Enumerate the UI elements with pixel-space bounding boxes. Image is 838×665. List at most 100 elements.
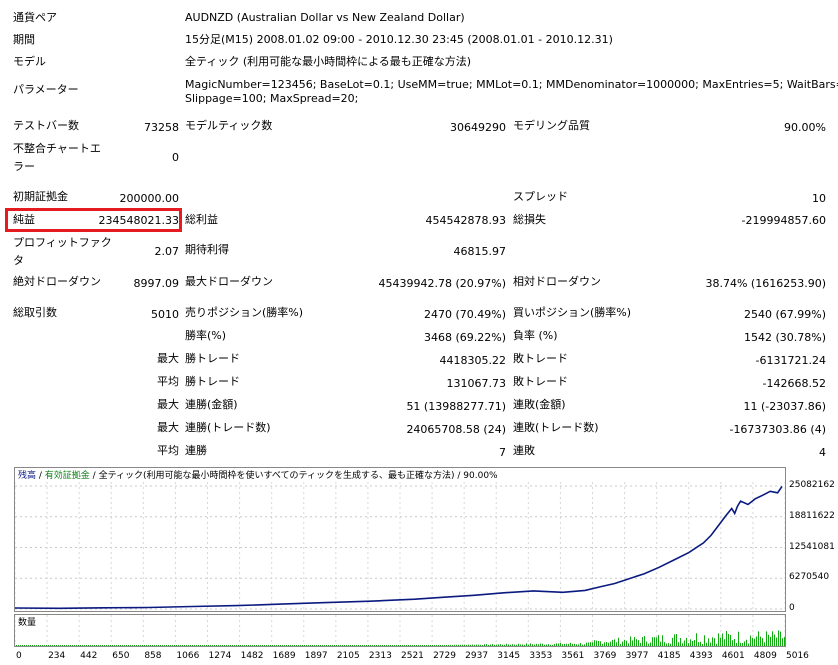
avg-win-value: 131067.73 bbox=[446, 377, 507, 390]
volume-bar bbox=[120, 645, 121, 646]
volume-bar bbox=[450, 644, 451, 646]
volume-bar bbox=[408, 645, 409, 646]
model-value: 全ティック (利用可能な最小時間枠による最も正確な方法) bbox=[185, 55, 472, 68]
short-positions-value: 2470 (70.49%) bbox=[423, 308, 506, 321]
volume-bar bbox=[306, 645, 307, 646]
volume-bar bbox=[474, 644, 475, 646]
volume-bar bbox=[190, 645, 191, 646]
volume-bar bbox=[80, 645, 81, 646]
volume-bar bbox=[416, 645, 417, 646]
total-trades-label: 総取引数 bbox=[13, 306, 57, 319]
volume-bar bbox=[568, 643, 569, 646]
volume-bar bbox=[230, 645, 231, 646]
volume-bar bbox=[244, 645, 245, 646]
profit-factor-label: プロフィットファクタ bbox=[13, 236, 112, 267]
volume-bar bbox=[324, 645, 325, 646]
volume-bar bbox=[274, 645, 275, 646]
volume-bar bbox=[492, 644, 493, 646]
volume-bar bbox=[350, 645, 351, 646]
volume-bar bbox=[430, 645, 431, 646]
avg-cons-prefix: 平均 bbox=[157, 444, 179, 457]
volume-bar bbox=[716, 643, 717, 646]
volume-bar bbox=[34, 645, 35, 646]
expected-payoff-value: 46815.97 bbox=[453, 245, 507, 258]
volume-bar bbox=[66, 645, 67, 646]
volume-bar bbox=[106, 645, 107, 646]
volume-bar bbox=[762, 638, 763, 646]
volume-bar bbox=[36, 645, 37, 646]
volume-bar bbox=[126, 645, 127, 646]
volume-bar bbox=[24, 645, 25, 646]
volume-bar bbox=[582, 644, 583, 646]
avg-cons-losses-label: 連敗 bbox=[513, 444, 535, 457]
gross-profit-label: 総利益 bbox=[185, 213, 218, 226]
volume-bar bbox=[628, 643, 629, 646]
volume-bar bbox=[660, 641, 661, 646]
volume-bar bbox=[282, 645, 283, 646]
volume-bar bbox=[682, 643, 683, 646]
volume-bar bbox=[420, 645, 421, 646]
volume-bar bbox=[18, 645, 19, 646]
volume-bar bbox=[356, 645, 357, 646]
x-tick-label: 234 bbox=[48, 651, 66, 661]
volume-bar bbox=[440, 644, 441, 646]
avg-cons-wins-label: 連勝 bbox=[185, 444, 207, 457]
volume-bar bbox=[736, 642, 737, 646]
volume-bar bbox=[208, 645, 209, 646]
volume-bar bbox=[366, 645, 367, 646]
x-tick-label: 3769 bbox=[593, 651, 617, 661]
volume-bar bbox=[46, 645, 47, 646]
volume-bar bbox=[442, 644, 443, 646]
volume-bar bbox=[602, 643, 603, 646]
spread-value: 10 bbox=[812, 192, 826, 205]
volume-bar bbox=[410, 645, 411, 646]
volume-bar bbox=[658, 635, 659, 646]
expected-payoff-label: 期待利得 bbox=[185, 243, 229, 256]
volume-bar bbox=[292, 645, 293, 646]
volume-bar bbox=[554, 644, 555, 646]
volume-bar bbox=[422, 645, 423, 646]
volume-bar bbox=[526, 643, 527, 646]
volume-bar bbox=[560, 642, 561, 646]
volume-bar bbox=[728, 633, 729, 646]
volume-bar bbox=[296, 645, 297, 646]
volume-bar bbox=[186, 645, 187, 646]
volume-bar bbox=[612, 639, 613, 646]
volume-bar bbox=[398, 645, 399, 646]
cons-losses-trades-label: 連敗(トレード数) bbox=[513, 421, 599, 434]
volume-bar bbox=[212, 645, 213, 646]
quality-value: 90.00% bbox=[784, 121, 826, 134]
volume-bar bbox=[618, 637, 619, 646]
cons-losses-value: 11 (-23037.86) bbox=[743, 400, 826, 413]
volume-bar bbox=[592, 642, 593, 646]
volume-bar bbox=[386, 645, 387, 646]
volume-bar bbox=[336, 645, 337, 646]
balance-chart: 残高 / 有効証拠金 / 全ティック(利用可能な最小時間枠を使いすべてのティック… bbox=[14, 467, 786, 612]
volume-bar bbox=[606, 642, 607, 646]
short-positions-label: 売りポジション(勝率%) bbox=[185, 306, 304, 319]
volume-bar bbox=[206, 645, 207, 646]
volume-bar bbox=[630, 636, 631, 646]
volume-bar bbox=[706, 642, 707, 646]
volume-bar bbox=[576, 644, 577, 646]
volume-bar bbox=[532, 644, 533, 646]
volume-bar bbox=[480, 644, 481, 646]
volume-bar bbox=[510, 644, 511, 646]
volume-bar bbox=[456, 644, 457, 646]
x-tick-label: 2729 bbox=[433, 651, 456, 661]
volume-bar bbox=[690, 639, 691, 646]
y-tick-label: 12541081 bbox=[789, 541, 835, 552]
volume-bar bbox=[506, 643, 507, 646]
volume-bar bbox=[372, 645, 373, 646]
volume-bar bbox=[668, 643, 669, 646]
volume-bar bbox=[312, 645, 313, 646]
volume-bar bbox=[116, 645, 117, 646]
volume-bar bbox=[232, 645, 233, 646]
volume-bar bbox=[248, 645, 249, 646]
volume-bar bbox=[380, 645, 381, 646]
volume-bar bbox=[384, 645, 385, 646]
volume-bar bbox=[362, 645, 363, 646]
long-positions-label: 買いポジション(勝率%) bbox=[513, 306, 632, 319]
volume-bar bbox=[464, 644, 465, 646]
volume-bar bbox=[692, 640, 693, 646]
